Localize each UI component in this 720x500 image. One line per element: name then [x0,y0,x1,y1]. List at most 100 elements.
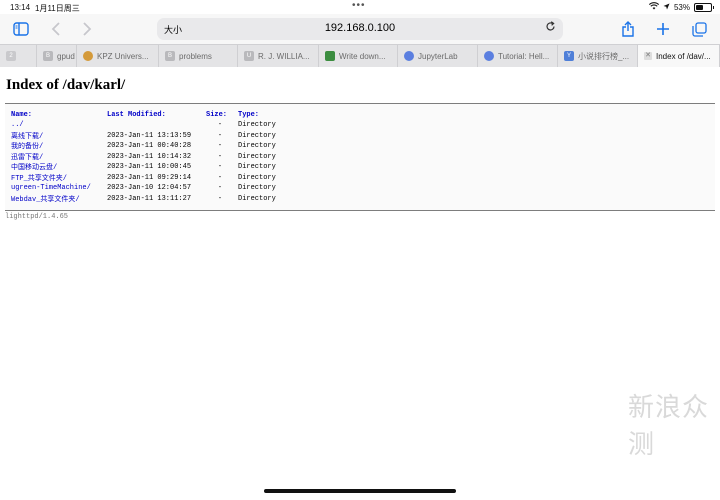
tab-3[interactable]: B problems [159,45,238,67]
cell-name: 我的备份/ [11,141,107,152]
tab-9-active[interactable]: ✕ Index of /dav/... [638,45,720,67]
server-footer: lighttpd/1.4.65 [5,213,69,221]
directory-link[interactable]: 我的备份/ [11,143,43,151]
address-bar[interactable]: 大小 192.168.0.100 [157,18,563,40]
tab-label: gpud [57,51,75,61]
document-icon [325,51,335,61]
cell-size: - [217,163,223,172]
column-header-size[interactable]: Size: [206,110,238,120]
cell-type: Directory [238,152,276,161]
multitasking-dots-icon[interactable]: ••• [352,0,366,11]
cell-name: Webdav_共享文件夹/ [11,194,107,205]
tab-label: KPZ Univers... [97,51,149,61]
table-row: 我的备份/2023-Jan-11 00:40:28 - Directory [11,141,302,152]
tab-avatar-icon [83,51,93,61]
cell-size: - [217,152,223,161]
tab-6[interactable]: JupyterLab [398,45,478,67]
url-text: 192.168.0.100 [324,22,396,34]
tab-favicon-icon: U [244,51,254,61]
cell-name: ugreen-TimeMachine/ [11,183,107,194]
table-row: 中国移动云盘/2023-Jan-11 10:00:45 - Directory [11,162,302,173]
tab-label: problems [179,51,212,61]
directory-link[interactable]: 中国移动云盘/ [11,164,57,172]
back-icon[interactable] [46,19,66,39]
page-content: Index of /dav/karl/ Name: Last Modified:… [0,67,720,500]
tab-label: JupyterLab [418,51,458,61]
cell-type: Directory [238,131,276,140]
cell-type: Directory [238,163,276,172]
directory-listing: Name: Last Modified: Size: Type: ../ - Dir… [5,103,715,211]
directory-link[interactable]: ../ [11,121,24,129]
status-right: 53% [648,2,714,12]
cell-modified: 2023-Jan-11 10:14:32 [107,152,192,161]
table-row: Webdav_共享文件夹/2023-Jan-11 13:11:27 - Direct… [11,194,302,205]
status-date: 1月11日周三 [35,4,80,13]
tab-5[interactable]: Write down... [319,45,398,67]
cell-name: 迅雷下载/ [11,152,107,163]
cell-modified: 2023-Jan-11 10:00:45 [107,163,192,172]
book-icon: Y [564,51,574,61]
battery-percentage: 53% [673,2,690,12]
battery-icon [694,2,714,12]
new-tab-icon[interactable] [653,19,673,39]
tab-1[interactable]: B gpud [37,45,77,67]
status-time: 13:14 [10,3,31,12]
watermark-logo: 新浪众测 [628,392,710,459]
forward-icon[interactable] [77,19,97,39]
cell-modified: 2023-Jan-11 09:29:14 [107,173,192,182]
cell-size: - [217,173,223,182]
status-bar: 13:14 1月11日周三 ••• 53% [0,0,720,14]
tab-7[interactable]: Tutorial: Hell... [478,45,558,67]
directory-link[interactable]: ugreen-TimeMachine/ [11,184,91,192]
globe-icon [484,51,494,61]
cell-type: Directory [238,173,276,182]
directory-link[interactable]: FTP_共享文件夹/ [11,175,67,183]
cell-name: ../ [11,120,107,131]
cell-modified [107,120,206,131]
table-header-row: Name: Last Modified: Size: Type: [11,110,302,120]
tab-favicon-icon: B [165,51,175,61]
share-icon[interactable] [618,19,638,39]
cell-type: Directory [238,194,276,203]
tab-2[interactable]: KPZ Univers... [77,45,159,67]
tab-label: Write down... [339,51,386,61]
directory-link[interactable]: 离线下载/ [11,133,43,141]
cell-size: - [217,184,223,193]
cell-size: - [217,131,223,140]
tab-favicon-icon: B [43,51,53,61]
cell-modified: 2023-Jan-11 13:11:27 [107,194,192,203]
tab-label: 小说排行榜_... [578,51,630,61]
cell-name: 中国移动云盘/ [11,162,107,173]
column-header-name[interactable]: Name: [11,110,107,120]
cell-type: Directory [238,121,276,130]
column-header-modified[interactable]: Last Modified: [107,110,206,120]
table-row: ugreen-TimeMachine/2023-Jan-10 12:04:57 -… [11,183,302,194]
sidebar-icon[interactable] [11,19,31,39]
location-icon [663,3,670,12]
directory-link[interactable]: 迅雷下载/ [11,154,43,162]
table-row: ../ - Directory [11,120,302,131]
close-tab-icon[interactable]: ✕ [644,52,652,60]
reload-icon[interactable] [545,21,556,35]
browser-toolbar: 大小 192.168.0.100 [0,14,720,44]
cell-size: - [217,142,223,151]
tab-overview-icon[interactable] [689,19,709,39]
tab-label: Index of /dav/... [656,51,711,61]
tab-0[interactable]: 2 [0,45,37,67]
table-row: 离线下载/2023-Jan-11 13:13:59 - Directory [11,131,302,142]
table-row: FTP_共享文件夹/2023-Jan-11 09:29:14 - Directory [11,173,302,184]
home-indicator[interactable] [264,489,456,493]
tab-8[interactable]: Y 小说排行榜_... [558,45,638,67]
tab-4[interactable]: U R. J. WILLIA... [238,45,319,67]
table-row: 迅雷下载/2023-Jan-11 10:14:32 - Directory [11,152,302,163]
directory-link[interactable]: Webdav_共享文件夹/ [11,196,80,204]
globe-icon [404,51,414,61]
battery-fill [696,4,703,10]
tab-favicon-icon: 2 [6,51,16,61]
cell-type: Directory [238,184,276,193]
listing-table: Name: Last Modified: Size: Type: ../ - Dir… [11,110,302,204]
cell-size: - [217,194,223,203]
page-title: Index of /dav/karl/ [6,77,126,93]
column-header-type[interactable]: Type: [238,110,302,120]
wifi-icon [648,2,660,12]
